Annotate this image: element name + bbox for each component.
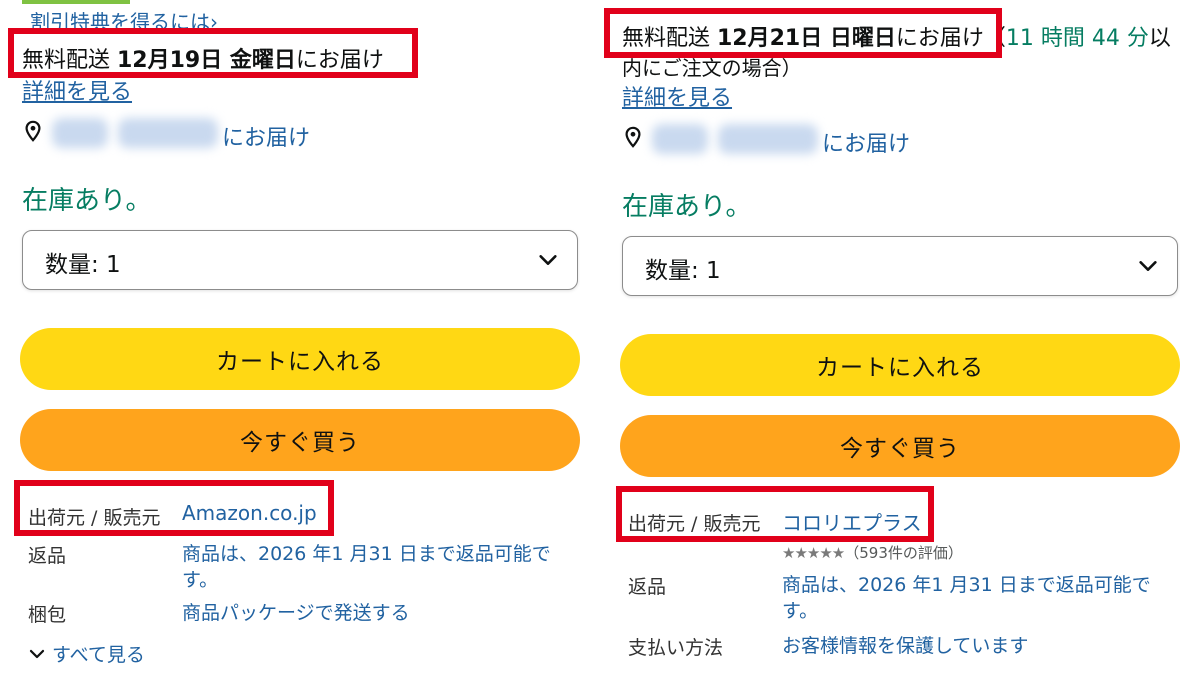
see-all-label: すべて見る <box>52 644 145 666</box>
rating-stars: ★★★★★ <box>782 544 845 562</box>
address-redacted-1 <box>652 124 708 154</box>
highlight-box-seller <box>14 480 334 536</box>
product-offer-panel-right: 無料配送 12月21日 日曜日にお届け（11 時間 44 分以 内にご注文の場合… <box>600 0 1180 683</box>
payment-security-link[interactable]: お客様情報を保護しています <box>782 631 1028 658</box>
address-redacted-2 <box>118 118 218 148</box>
quantity-select[interactable]: 数量: 1 <box>622 236 1178 296</box>
returns-policy-link-line2[interactable]: す。 <box>182 565 218 592</box>
quantity-select-label: 数量: 1 <box>645 258 721 284</box>
delivery-details-link[interactable]: 詳細を見る <box>622 80 732 112</box>
add-to-cart-button[interactable]: カートに入れる <box>20 328 580 390</box>
payment-label: 支払い方法 <box>628 637 724 659</box>
quantity-select-label: 数量: 1 <box>45 252 121 278</box>
prime-badge-partial <box>22 0 130 4</box>
returns-label: 返品 <box>628 576 667 598</box>
returns-label: 返品 <box>28 545 67 567</box>
location-pin-icon[interactable] <box>22 120 44 146</box>
buy-now-button[interactable]: 今すぐ買う <box>620 415 1180 477</box>
quantity-select[interactable]: 数量: 1 <box>22 230 578 290</box>
address-redacted-1 <box>52 118 108 148</box>
packaging-label: 梱包 <box>28 604 67 626</box>
returns-policy-link-line1[interactable]: 商品は、2026 年1 月31 日まで返品可能で <box>782 570 1151 597</box>
returns-policy-link-line2[interactable]: す。 <box>782 596 818 623</box>
buy-now-button[interactable]: 今すぐ買う <box>20 409 580 471</box>
order-countdown: 11 時間 44 分 <box>1005 26 1149 51</box>
countdown-trail: 以 <box>1148 26 1171 51</box>
chevron-down-icon <box>539 255 557 265</box>
highlight-box-seller <box>616 486 934 542</box>
seller-rating[interactable]: ★★★★★（593件の評価） <box>782 542 963 563</box>
add-to-cart-button[interactable]: カートに入れる <box>620 334 1180 396</box>
chevron-down-icon <box>29 649 45 658</box>
packaging-link[interactable]: 商品パッケージで発送する <box>182 598 410 625</box>
stock-status: 在庫あり。 <box>622 192 752 222</box>
see-all-toggle[interactable]: すべて見る <box>28 640 145 667</box>
highlight-box-delivery <box>8 28 418 78</box>
stock-status: 在庫あり。 <box>22 186 152 216</box>
deliver-to-link[interactable]: にお届け <box>222 120 310 152</box>
rating-count: （593件の評価） <box>844 544 963 562</box>
chevron-down-icon <box>1139 261 1157 271</box>
delivery-details-link[interactable]: 詳細を見る <box>22 74 132 106</box>
deliver-to-link[interactable]: にお届け <box>822 126 910 158</box>
order-condition-note: 内にご注文の場合） <box>622 56 802 80</box>
location-pin-icon[interactable] <box>622 126 644 152</box>
product-offer-panel-left: 割引特典を得るには› 無料配送 12月19日 金曜日にお届け 詳細を見る にお届… <box>0 0 580 683</box>
address-redacted-2 <box>718 124 818 154</box>
returns-policy-link-line1[interactable]: 商品は、2026 年1 月31 日まで返品可能で <box>182 539 551 566</box>
highlight-box-delivery <box>604 8 1002 58</box>
